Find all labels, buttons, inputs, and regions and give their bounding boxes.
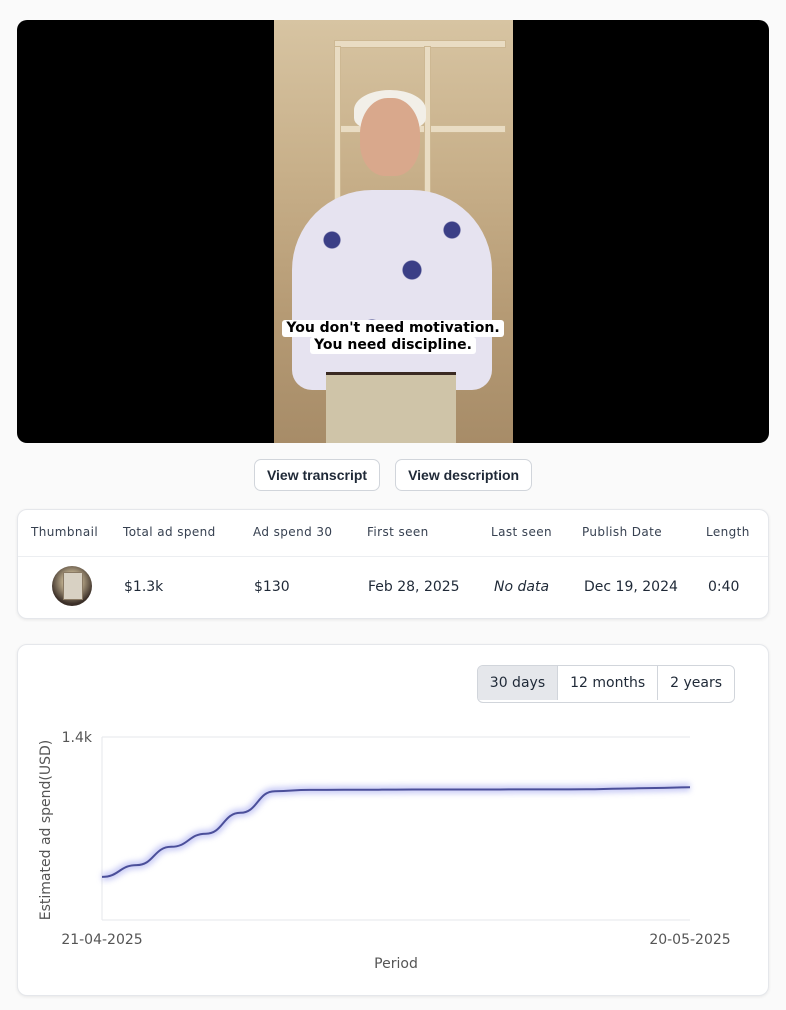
ad-spend-chart-card: 30 days 12 months 2 years 1.4k 21-04-202…: [17, 644, 769, 996]
view-transcript-button[interactable]: View transcript: [253, 459, 381, 491]
ad-spend-30-value: $130: [254, 579, 290, 595]
view-description-button[interactable]: View description: [395, 459, 533, 491]
caption-line-1: You don't need motivation.: [282, 320, 504, 337]
col-ad-spend-30: Ad spend 30: [253, 525, 333, 539]
col-publish-date: Publish Date: [582, 525, 663, 539]
ad-spend-line-chart: 1.4k 21-04-2025 20-05-2025 Period Estima…: [38, 730, 731, 972]
col-total-ad-spend: Total ad spend: [123, 525, 216, 539]
ad-thumbnail[interactable]: [52, 566, 92, 606]
ad-stats-table: Thumbnail Total ad spend Ad spend 30 Fir…: [17, 509, 769, 619]
col-last-seen: Last seen: [491, 525, 553, 539]
x-axis-label: Period: [374, 956, 418, 972]
video-player[interactable]: You don't need motivation. You need disc…: [17, 20, 769, 443]
last-seen-value: No data: [494, 579, 550, 595]
total-ad-spend-value: $1.3k: [124, 579, 164, 595]
y-axis-label: Estimated ad spend(USD): [38, 740, 54, 920]
col-length: Length: [706, 525, 750, 539]
col-thumbnail: Thumbnail: [31, 525, 99, 539]
video-frame: [274, 20, 513, 443]
series-line: [101, 786, 691, 878]
table-row[interactable]: $1.3k $130 Feb 28, 2025 No data Dec 19, …: [18, 556, 768, 619]
x-tick-label-start: 21-04-2025: [61, 932, 142, 948]
x-tick-label-end: 20-05-2025: [649, 932, 730, 948]
video-actions: View transcript View description: [0, 459, 786, 491]
table-header: Thumbnail Total ad spend Ad spend 30 Fir…: [18, 510, 768, 557]
series-line-glow: [101, 783, 691, 881]
col-first-seen: First seen: [367, 525, 429, 539]
publish-date-value: Dec 19, 2024: [584, 579, 678, 595]
first-seen-value: Feb 28, 2025: [368, 579, 460, 595]
y-tick-label-max: 1.4k: [62, 730, 93, 746]
video-caption: You don't need motivation. You need disc…: [17, 320, 769, 354]
length-value: 0:40: [708, 579, 740, 595]
caption-line-2: You need discipline.: [310, 337, 476, 354]
